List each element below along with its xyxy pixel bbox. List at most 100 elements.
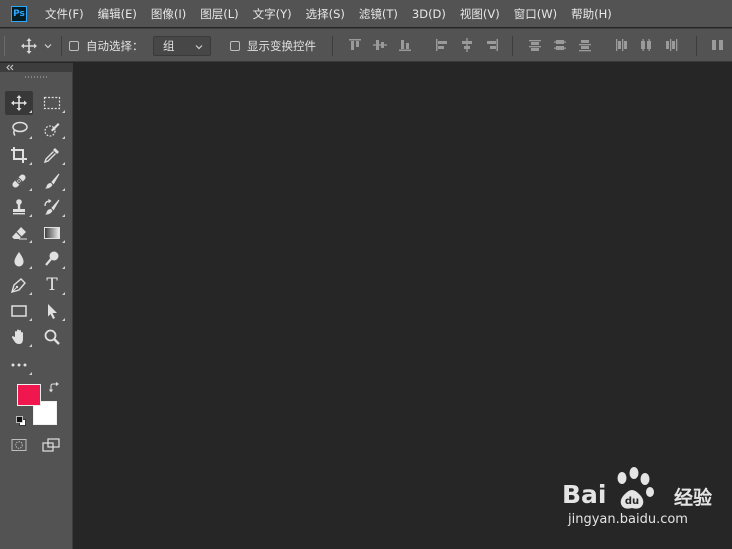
distribute-horizontal-center-icon[interactable] xyxy=(638,37,654,53)
type-tool[interactable]: T xyxy=(38,273,66,297)
zoom-icon xyxy=(44,329,60,345)
svg-text:du: du xyxy=(625,496,639,507)
type-icon: T xyxy=(46,275,58,295)
rectangle-icon xyxy=(11,305,27,317)
blur-tool[interactable] xyxy=(5,247,33,271)
auto-select-checkbox[interactable] xyxy=(69,40,79,51)
distribute-spacing-icon[interactable] xyxy=(710,37,726,53)
default-colors-icon[interactable] xyxy=(16,416,26,426)
quick-selection-icon xyxy=(44,123,60,137)
history-brush-icon xyxy=(44,199,60,215)
brush-icon xyxy=(45,173,60,189)
clone-stamp-tool[interactable] xyxy=(5,195,33,219)
swap-colors-icon[interactable] xyxy=(49,382,60,393)
tools-panel-header xyxy=(0,63,72,72)
rectangle-tool[interactable] xyxy=(5,299,33,323)
foreground-color-swatch[interactable] xyxy=(17,384,41,406)
blur-icon xyxy=(14,252,24,267)
screen-mode-icon[interactable] xyxy=(42,438,60,452)
distribute-left-icon[interactable] xyxy=(613,37,629,53)
quick-mask-icon[interactable] xyxy=(11,438,27,452)
tools-panel-grip[interactable] xyxy=(25,76,47,78)
align-left-icon[interactable] xyxy=(434,37,450,53)
gradient-tool[interactable] xyxy=(38,221,66,245)
align-horizontal-center-icon[interactable] xyxy=(459,37,475,53)
tools-panel: T xyxy=(0,63,73,549)
hand-tool[interactable] xyxy=(5,325,33,349)
photoshop-logo: Ps xyxy=(11,5,27,22)
menu-file[interactable]: 文件(F) xyxy=(45,6,84,22)
tool-preset-picker[interactable] xyxy=(20,29,53,62)
menu-window[interactable]: 窗口(W) xyxy=(514,6,557,22)
eyedropper-tool[interactable] xyxy=(38,143,66,167)
options-separator xyxy=(512,36,513,56)
healing-brush-icon xyxy=(12,174,26,188)
menu-view[interactable]: 视图(V) xyxy=(460,6,500,22)
watermark-brand: Bai xyxy=(562,480,607,509)
options-bar: 自动选择： 组 显示变换控件 xyxy=(0,28,732,62)
move-icon xyxy=(21,37,37,54)
auto-select-option[interactable]: 自动选择： xyxy=(69,29,144,62)
align-top-icon[interactable] xyxy=(347,37,363,53)
move-tool[interactable] xyxy=(5,91,33,115)
brush-tool[interactable] xyxy=(38,169,66,193)
crop-tool[interactable] xyxy=(5,143,33,167)
eraser-tool[interactable] xyxy=(5,221,33,245)
move-icon xyxy=(11,95,27,111)
auto-select-target-dropdown[interactable]: 组 xyxy=(153,36,211,56)
more-tools-button[interactable] xyxy=(5,353,33,377)
hand-icon xyxy=(11,329,23,344)
show-transform-option[interactable]: 显示变换控件 xyxy=(230,29,316,62)
menu-help[interactable]: 帮助(H) xyxy=(571,6,612,22)
dodge-tool[interactable] xyxy=(38,247,66,271)
align-right-icon[interactable] xyxy=(484,37,500,53)
menu-layer[interactable]: 图层(L) xyxy=(200,6,238,22)
path-selection-icon xyxy=(48,304,57,319)
collapse-panel-icon[interactable] xyxy=(6,64,14,71)
show-transform-label: 显示变换控件 xyxy=(247,38,316,53)
dodge-icon xyxy=(45,251,59,266)
options-separator xyxy=(332,36,333,56)
menu-image[interactable]: 图像(I) xyxy=(151,6,186,22)
pen-icon xyxy=(10,278,26,294)
more-tools-icon xyxy=(11,363,27,367)
show-transform-checkbox[interactable] xyxy=(230,40,240,51)
menu-edit[interactable]: 编辑(E) xyxy=(98,6,137,22)
menu-bar: Ps 文件(F) 编辑(E) 图像(I) 图层(L) 文字(Y) 选择(S) 滤… xyxy=(0,0,732,27)
lasso-icon xyxy=(12,121,28,136)
rect-marquee-icon xyxy=(43,96,61,110)
baidu-jingyan-watermark: du Bai 经验 jingyan.baidu.com xyxy=(560,466,730,536)
options-separator xyxy=(696,36,697,56)
chevron-down-icon xyxy=(195,45,203,50)
distribute-right-icon[interactable] xyxy=(663,37,679,53)
chevron-down-icon xyxy=(44,43,52,48)
distribute-vertical-center-icon[interactable] xyxy=(552,37,568,53)
zoom-tool[interactable] xyxy=(38,325,66,349)
align-vertical-center-icon[interactable] xyxy=(372,37,388,53)
rect-marquee-tool[interactable] xyxy=(38,91,66,115)
menu-type[interactable]: 文字(Y) xyxy=(253,6,292,22)
pen-tool[interactable] xyxy=(5,273,33,297)
healing-brush-tool[interactable] xyxy=(5,169,33,193)
watermark-url: jingyan.baidu.com xyxy=(568,512,688,527)
auto-select-label: 自动选择： xyxy=(86,38,144,53)
history-brush-tool[interactable] xyxy=(38,195,66,219)
watermark-brand-cn: 经验 xyxy=(674,487,713,509)
options-grip xyxy=(4,36,5,56)
distribute-top-icon[interactable] xyxy=(527,37,543,53)
clone-stamp-icon xyxy=(13,199,25,215)
gradient-icon xyxy=(44,227,60,239)
options-separator xyxy=(61,36,62,56)
eraser-icon xyxy=(12,227,27,240)
menu-3d[interactable]: 3D(D) xyxy=(412,7,446,21)
lasso-tool[interactable] xyxy=(5,117,33,141)
auto-select-target-value: 组 xyxy=(163,39,175,53)
align-bottom-icon[interactable] xyxy=(397,37,413,53)
quick-selection-tool[interactable] xyxy=(38,117,66,141)
menu-filter[interactable]: 滤镜(T) xyxy=(359,6,398,22)
paw-logo-icon: du xyxy=(617,467,654,509)
menu-select[interactable]: 选择(S) xyxy=(306,6,345,22)
distribute-bottom-icon[interactable] xyxy=(577,37,593,53)
crop-icon xyxy=(11,147,27,163)
path-selection-tool[interactable] xyxy=(38,299,66,323)
